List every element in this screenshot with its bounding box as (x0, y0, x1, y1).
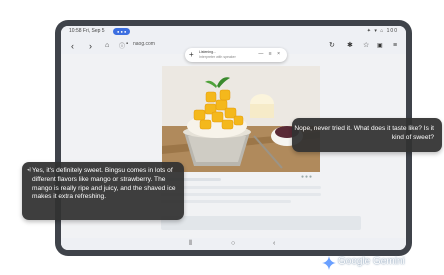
plus-icon[interactable]: + (189, 50, 194, 59)
extension-icon[interactable]: ✱ (347, 40, 353, 52)
stage: 10:58 Fri, Sep 5 ● ● ● ✦ ▾ ⌂ 100 ‹ › ⌂ ⓘ… (0, 0, 444, 275)
status-bar: 10:58 Fri, Sep 5 ● ● ● ✦ ▾ ⌂ 100 (61, 26, 406, 38)
reply-text: Nope, never tried it. What does it taste… (294, 125, 434, 141)
message-text: Yes, it's definitely sweet. Bingsu comes… (32, 167, 176, 201)
lock-icon: ▪ (126, 41, 129, 47)
tabs-icon[interactable]: ▣ (377, 40, 383, 52)
star-icon[interactable]: ☆ (363, 40, 369, 52)
arrow-right-icon[interactable]: › (89, 40, 92, 52)
more-dots-icon[interactable]: ●●● (301, 174, 313, 180)
placeholder-line (161, 193, 321, 196)
recents-icon[interactable]: ⦀ (189, 239, 192, 249)
recording-pill[interactable]: ● ● ● (113, 28, 131, 35)
reload-icon[interactable]: ↻ (329, 40, 335, 52)
widget-controls[interactable]: — ≡ × (258, 51, 282, 57)
gemini-sparkle-icon (322, 256, 336, 270)
nav-bar: ⦀ ○ ‹ (61, 238, 406, 250)
watermark-text: Google Gemini (338, 256, 405, 267)
status-icons: ✦ ▾ ⌂ 100 (366, 28, 398, 34)
message-bubble: ◂) Yes, it's definitely sweet. Bingsu co… (22, 162, 184, 220)
back-icon[interactable]: ‹ (273, 239, 275, 249)
status-time: 10:58 Fri, Sep 5 (69, 28, 105, 34)
reply-bubble: Nope, never tried it. What does it taste… (292, 118, 442, 152)
widget-subtitle: Interpreter with speaker (199, 55, 236, 59)
widget-title: Listening... (199, 50, 216, 54)
menu-icon[interactable]: ≡ (393, 40, 397, 52)
placeholder-block (161, 216, 361, 230)
home-icon[interactable]: ⌂ (105, 40, 109, 52)
speaker-icon[interactable]: ◂) (27, 167, 31, 173)
url-text[interactable]: naog.com (133, 41, 155, 47)
home-icon[interactable]: ○ (231, 239, 235, 249)
info-icon[interactable]: ⓘ (119, 41, 125, 50)
interpreter-widget[interactable]: + Listening... Interpreter with speaker … (185, 48, 287, 62)
arrow-left-icon[interactable]: ‹ (71, 40, 74, 52)
placeholder-line (161, 186, 321, 189)
